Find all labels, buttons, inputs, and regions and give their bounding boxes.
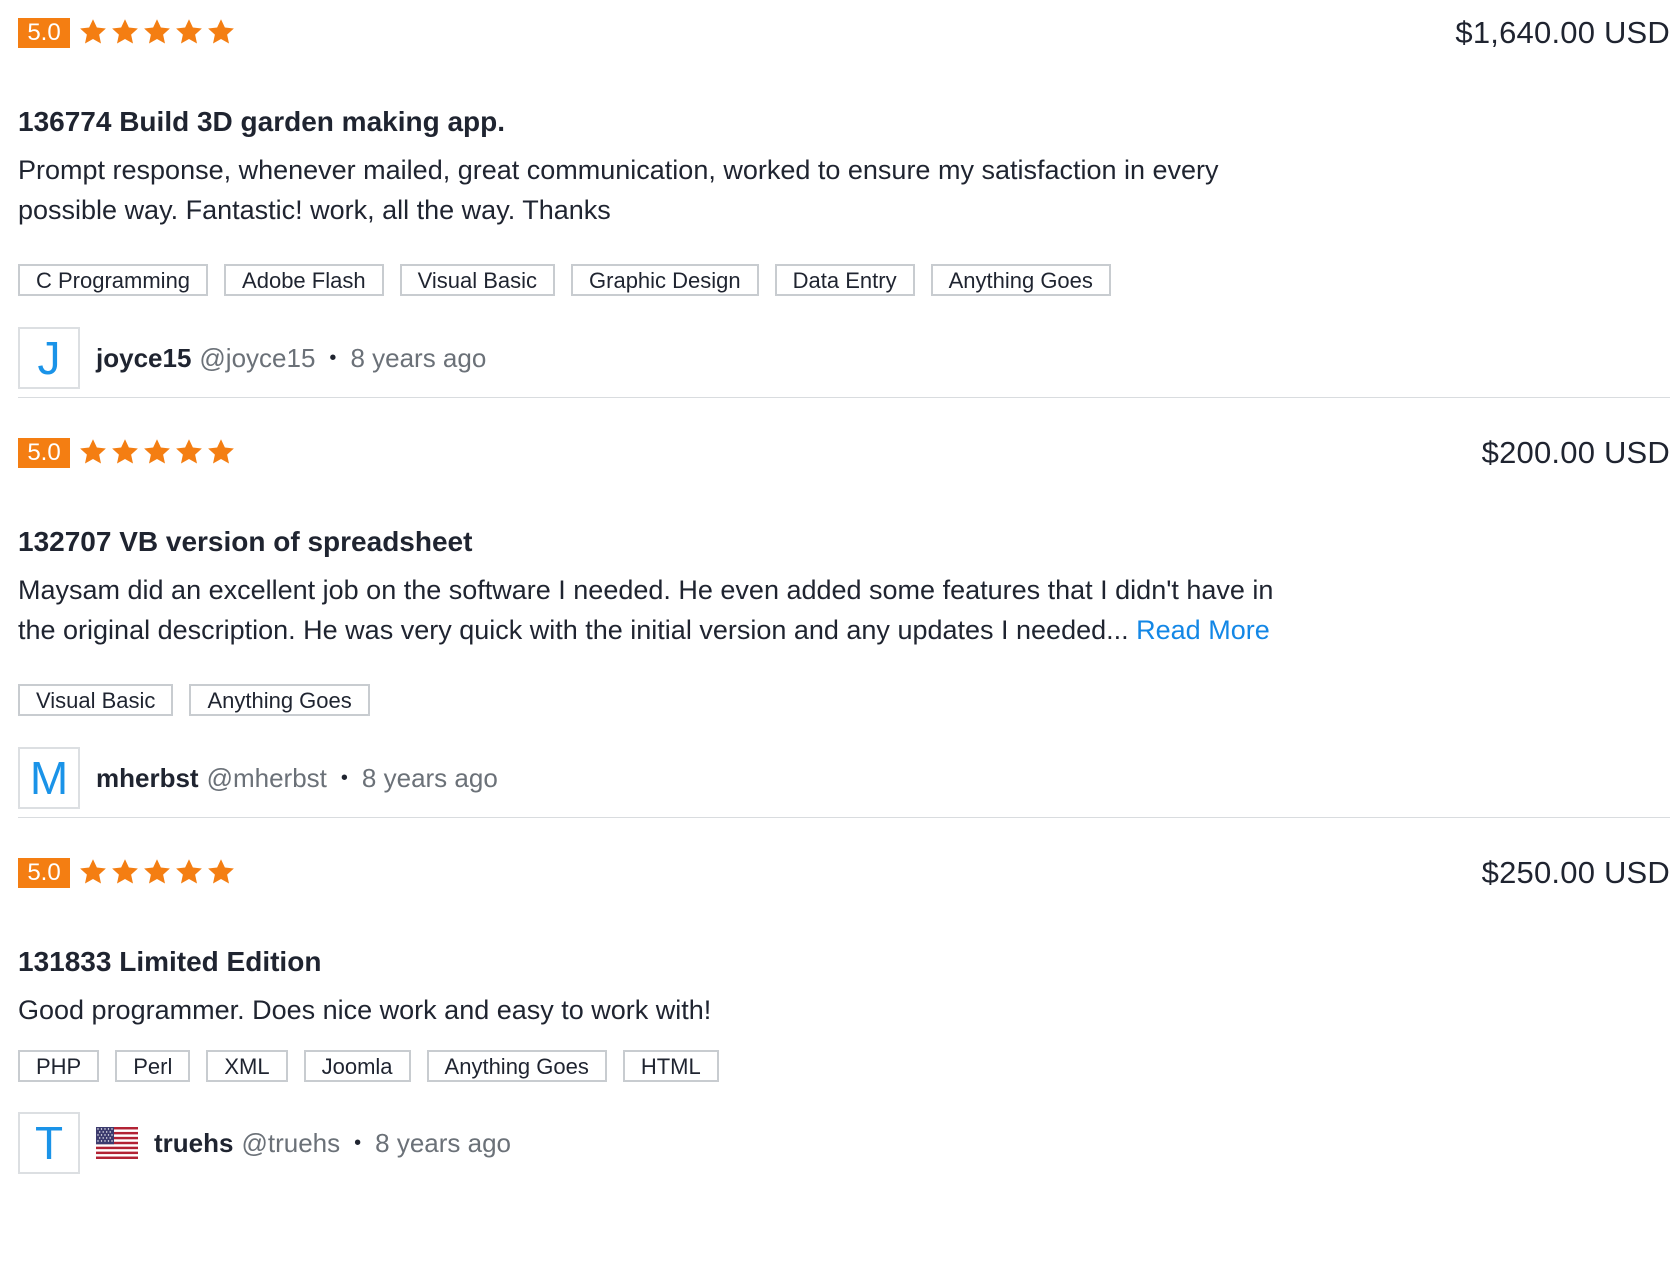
divider [18,397,1670,398]
star-icon [206,857,238,889]
rating-badge: 5.0 [18,858,70,888]
skill-tag[interactable]: Anything Goes [930,264,1111,296]
reviewer-info: M mherbst @mherbst • 8 years ago [18,747,498,809]
star-icon [78,437,110,469]
skill-tag[interactable]: HTML [622,1050,719,1082]
skill-tag[interactable]: PHP [18,1050,100,1082]
skill-tag[interactable]: Data Entry [774,264,915,296]
rating-row: 5.0 [18,436,238,470]
star-icon [110,857,142,889]
star-icon [110,17,142,49]
star-icon [78,857,110,889]
review-text: Good programmer. Does nice work and easy… [18,990,1318,1030]
us-flag-icon [96,1127,138,1159]
star-icon [78,17,110,49]
skill-tags: PHP Perl XML Joomla Anything Goes HTML [18,1050,719,1082]
separator-dot: • [354,1131,362,1154]
star-icon [206,17,238,49]
read-more-link[interactable]: Read More [1136,615,1270,645]
star-icon [174,437,206,469]
skill-tags: C Programming Adobe Flash Visual Basic G… [18,264,1111,296]
review-time: 8 years ago [375,1127,512,1158]
star-icon [174,857,206,889]
star-icon [142,17,174,49]
project-title: 131833 Limited Edition [18,946,322,977]
divider [18,817,1670,818]
rating-badge: 5.0 [18,18,70,48]
review-description: Prompt response, whenever mailed, great … [18,155,1219,225]
project-title: 132707 VB version of spreadsheet [18,526,473,557]
reviewer-handle: @mherbst [206,762,327,793]
project-amount: $200.00 USD [1481,435,1670,470]
review-time: 8 years ago [350,342,487,373]
review-card: 5.0 $1,640.00 USD 136774 Build 3D garden… [18,15,1670,389]
project-title: 136774 Build 3D garden making app. [18,106,506,137]
rating-row: 5.0 [18,16,238,50]
rating-badge: 5.0 [18,438,70,468]
star-icon [206,437,238,469]
star-icon [142,437,174,469]
skill-tag[interactable]: Anything Goes [189,684,370,716]
review-description: Maysam did an excellent job on the softw… [18,575,1274,645]
reviewer-username[interactable]: mherbst [96,763,199,794]
rating-row: 5.0 [18,856,238,890]
review-description: Good programmer. Does nice work and easy… [18,995,712,1025]
reviewer-handle: @joyce15 [199,342,316,373]
skill-tag[interactable]: Graphic Design [571,264,759,296]
reviewer-username[interactable]: joyce15 [96,343,191,374]
skill-tag[interactable]: XML [206,1050,288,1082]
skill-tag[interactable]: Joomla [303,1050,411,1082]
review-text: Prompt response, whenever mailed, great … [18,150,1318,230]
star-rating [78,437,238,469]
skill-tag[interactable]: Visual Basic [18,684,174,716]
star-rating [78,17,238,49]
separator-dot: • [329,346,337,369]
avatar[interactable]: J [18,327,80,389]
review-card: 5.0 $200.00 USD 132707 VB version of spr… [18,435,1670,809]
reviewer-info: T truehs @truehs • 8 years ago [18,1112,511,1174]
review-card: 5.0 $250.00 USD 131833 Limited Edition G… [18,855,1670,1236]
star-icon [174,17,206,49]
skill-tags: Visual Basic Anything Goes [18,684,370,716]
star-icon [110,437,142,469]
reviews-list: 5.0 $1,640.00 USD 136774 Build 3D garden… [0,0,1680,1268]
skill-tag[interactable]: Anything Goes [426,1050,607,1082]
skill-tag[interactable]: C Programming [18,264,209,296]
skill-tag[interactable]: Perl [115,1050,191,1082]
skill-tag[interactable]: Adobe Flash [224,264,384,296]
project-amount: $1,640.00 USD [1455,15,1670,50]
reviewer-info: J joyce15 @joyce15 • 8 years ago [18,327,486,389]
skill-tag[interactable]: Visual Basic [399,264,556,296]
reviewer-handle: @truehs [241,1127,341,1158]
review-time: 8 years ago [361,762,498,793]
avatar[interactable]: T [18,1112,80,1174]
separator-dot: • [340,766,348,789]
project-amount: $250.00 USD [1481,855,1670,890]
reviewer-username[interactable]: truehs [154,1128,233,1159]
star-icon [142,857,174,889]
review-text: Maysam did an excellent job on the softw… [18,570,1318,650]
avatar[interactable]: M [18,747,80,809]
star-rating [78,857,238,889]
